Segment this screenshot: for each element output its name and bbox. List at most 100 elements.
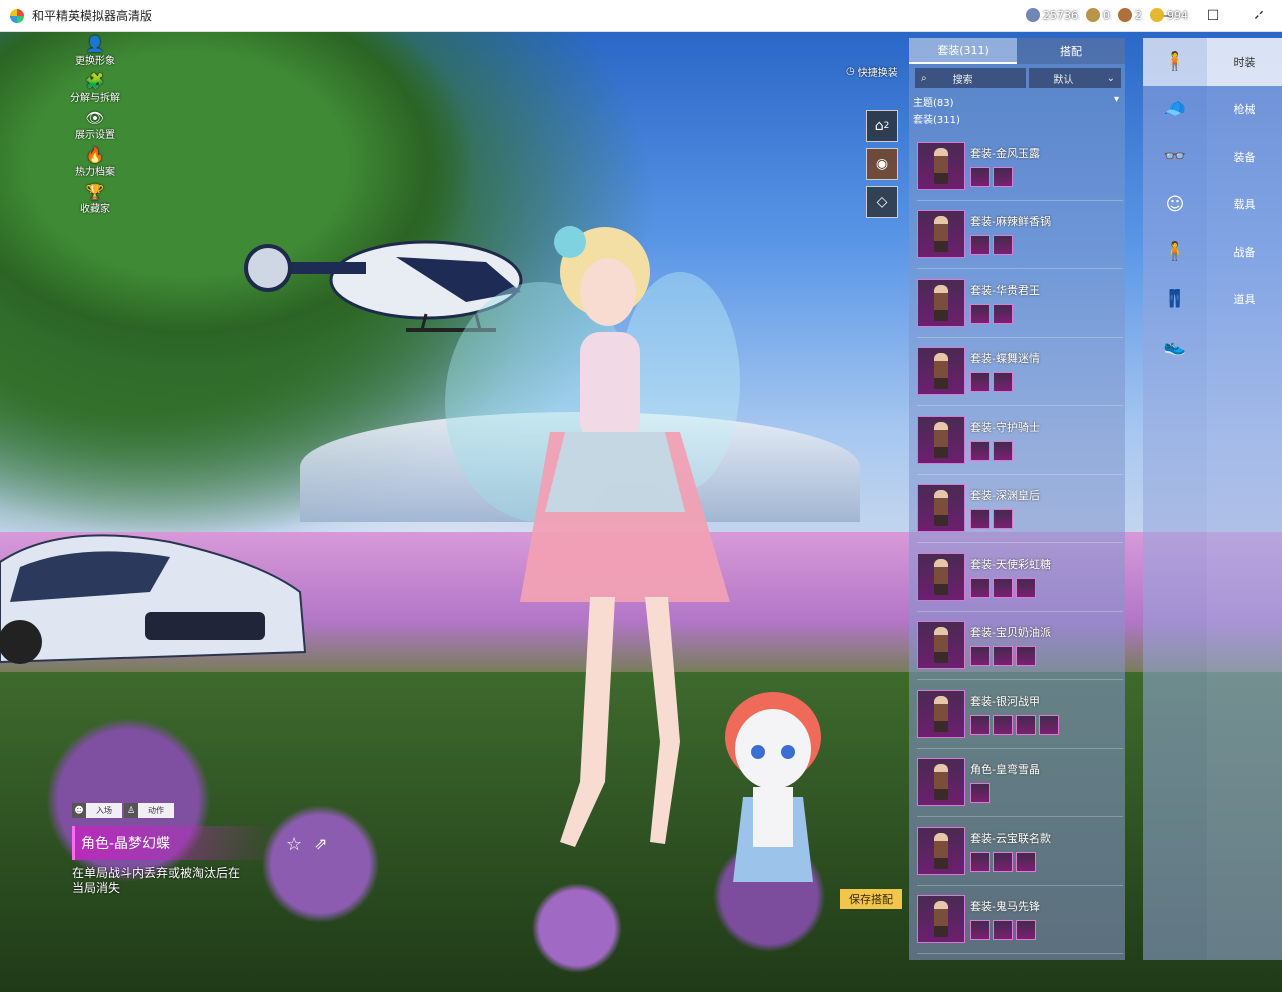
outfit-info: 套装-深渊皇后	[970, 487, 1040, 530]
diamond-button[interactable]: ◇	[866, 186, 898, 218]
outfit-part-icon[interactable]	[1016, 646, 1036, 667]
outfit-part-icon[interactable]	[993, 440, 1013, 461]
menu-label: 更换形象	[75, 56, 115, 67]
tab-combos[interactable]: 搭配	[1017, 38, 1125, 64]
menu-label: 分解与拆解	[70, 93, 120, 104]
menu-label: 展示设置	[75, 130, 115, 141]
group-outfits[interactable]: 套装(311)	[913, 111, 1125, 126]
face-icon[interactable]: ☺	[1143, 181, 1207, 229]
save-combo-button[interactable]: 保存搭配	[840, 889, 902, 909]
category-tab[interactable]: 战备	[1207, 228, 1282, 276]
outfit-info: 套装-华贵君王	[970, 282, 1040, 324]
action-label: 动作	[148, 806, 164, 815]
medal-coin-icon	[1118, 8, 1132, 22]
category-tab[interactable]: 道具	[1207, 276, 1282, 324]
outfit-part-icon[interactable]	[970, 646, 990, 667]
outfit-part-icon[interactable]	[1016, 714, 1036, 735]
outfit-part-icon[interactable]	[1016, 920, 1036, 941]
hanger-button[interactable]: ⌂ 2	[866, 110, 898, 142]
currency-item[interactable]: 25736	[1026, 8, 1078, 22]
close-icon[interactable]: ✕	[1244, 4, 1280, 34]
outfit-part-icon[interactable]	[993, 235, 1013, 256]
pants-icon[interactable]: 👖	[1143, 276, 1207, 324]
outfit-thumbnail	[917, 210, 965, 259]
chevron-down-icon: ⌄	[1106, 72, 1115, 84]
outfit-part-icon[interactable]	[970, 372, 990, 393]
outfit-part-icon[interactable]	[993, 646, 1013, 667]
outfit-part-icon[interactable]	[970, 440, 990, 461]
outfit-part-icon[interactable]	[970, 714, 990, 735]
menu-heat-archive[interactable]: 🔥 热力档案	[60, 147, 130, 184]
outfit-list-item[interactable]: 套装-宝贝奶油派	[917, 612, 1123, 680]
menu-change-appearance[interactable]: 👤 更换形象	[60, 36, 130, 73]
outfit-part-icons	[970, 714, 1059, 735]
outfit-part-icon[interactable]	[1016, 577, 1036, 598]
emblem-button[interactable]: ◉	[866, 148, 898, 180]
outfit-part-icon[interactable]	[993, 714, 1013, 735]
cap-icon[interactable]: 🧢	[1143, 86, 1207, 134]
menu-decompose[interactable]: 🧩 分解与拆解	[60, 73, 130, 110]
outfit-part-icon[interactable]	[1039, 714, 1059, 735]
outfit-part-icon[interactable]	[1016, 851, 1036, 872]
outfit-list-item[interactable]: 套装-守护骑士	[917, 406, 1123, 475]
outfit-part-icon[interactable]	[993, 920, 1013, 941]
outfit-part-icon[interactable]	[970, 783, 990, 804]
category-tab[interactable]: 装备	[1207, 133, 1282, 181]
outfit-part-icon[interactable]	[993, 577, 1013, 598]
outfit-part-icon[interactable]	[970, 851, 990, 872]
outfit-list-item[interactable]: 套装-云宝联名款	[917, 817, 1123, 886]
quick-change[interactable]: ◷ 快捷换装	[846, 64, 898, 79]
outfit-list-item[interactable]: 套装-银河战甲	[917, 680, 1123, 749]
menu-display-settings[interactable]: 👁 展示设置	[60, 110, 130, 147]
outfit-part-icon[interactable]	[970, 577, 990, 598]
outfit-list-item[interactable]: 套装-华贵君王	[917, 269, 1123, 338]
sports-car-image	[0, 534, 307, 664]
outfit-part-icon[interactable]	[970, 235, 990, 256]
currency-item[interactable]: 2	[1118, 8, 1142, 22]
outfit-part-icon[interactable]	[970, 509, 990, 530]
outfit-icon[interactable]: 🧍	[1143, 228, 1207, 276]
outfit-part-icon[interactable]	[993, 509, 1013, 530]
category-tab[interactable]: 枪械	[1207, 86, 1282, 134]
outfit-list-item[interactable]: 套装-深渊皇后	[917, 475, 1123, 543]
currency-value: 0	[1103, 8, 1110, 22]
maximize-button[interactable]: ☐	[1190, 0, 1236, 31]
currency-item[interactable]: 0	[1086, 8, 1110, 22]
group-theme[interactable]: 主题(83) ▾	[913, 94, 1125, 109]
outfit-part-icon[interactable]	[993, 372, 1013, 393]
goggles-icon[interactable]: 👓	[1143, 133, 1207, 181]
character-description: 在单局战斗内丢弃或被淘汰后在当局消失	[72, 866, 241, 895]
character-name: 角色-晶梦幻蝶	[81, 836, 171, 852]
category-tab[interactable]: 时装	[1207, 38, 1282, 86]
sort-dropdown[interactable]: 默认 ⌄	[1029, 68, 1121, 88]
outfit-part-icon[interactable]	[993, 166, 1013, 187]
category-tab[interactable]: 载具	[1207, 181, 1282, 229]
tab-outfits[interactable]: 套装(311)	[909, 38, 1017, 64]
outfit-list-item[interactable]: 套装-蝶舞迷情	[917, 338, 1123, 406]
outfit-part-icon[interactable]	[970, 920, 990, 941]
outfit-panel: 套装(311) 搭配 ⌕ 搜索 默认 ⌄ 主题(83) ▾ 套装(311) 套装…	[909, 38, 1125, 960]
pose-button[interactable]: ♙ 动作	[124, 803, 174, 818]
share-icon[interactable]: ⇗	[314, 834, 327, 853]
dropdown-triangle-icon: ▾	[1113, 94, 1119, 105]
outfit-list-item[interactable]: 套装-金风玉露	[917, 132, 1123, 201]
hanger-icon: ⌂	[874, 118, 884, 134]
outfit-list-item[interactable]: 套装-天使彩虹糖	[917, 543, 1123, 612]
outfit-part-icon[interactable]	[993, 303, 1013, 324]
outfit-list-item[interactable]: 套装-麻辣鲜香锅	[917, 201, 1123, 269]
search-input[interactable]: ⌕ 搜索	[915, 68, 1027, 88]
star-icon[interactable]: ☆	[286, 834, 302, 855]
clock-icon: ◷	[846, 66, 855, 77]
outfit-list-item[interactable]: 套装-鬼马先锋	[917, 886, 1123, 954]
outfit-part-icons	[970, 303, 1040, 324]
currency-item[interactable]: 994	[1150, 8, 1188, 22]
outfit-part-icon[interactable]	[993, 851, 1013, 872]
shoes-icon[interactable]: 👟	[1143, 323, 1207, 371]
entrance-button[interactable]: ☻ 入场	[72, 803, 122, 818]
character-icon[interactable]: 🧍	[1143, 38, 1207, 86]
outfit-part-icon[interactable]	[970, 166, 990, 187]
outfit-list-item[interactable]: 角色-皇弯雪晶	[917, 749, 1123, 817]
outfit-part-icon[interactable]	[970, 303, 990, 324]
menu-collector[interactable]: 🏆 收藏家	[60, 184, 130, 221]
menu-label: 热力档案	[75, 167, 115, 178]
